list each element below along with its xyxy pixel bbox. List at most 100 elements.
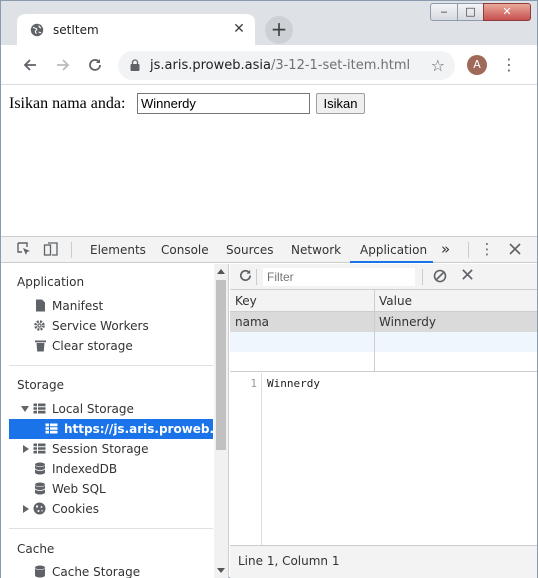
name-label: Isikan nama anda: — [9, 95, 126, 112]
clear-all-icon[interactable] — [433, 269, 447, 283]
sidebar-item-clear-storage[interactable]: Clear storage — [1, 336, 213, 356]
sidebar-item-label: Cookies — [52, 502, 99, 516]
sidebar-item-label: Local Storage — [52, 402, 134, 416]
sidebar-item-web-sql[interactable]: Web SQL — [1, 479, 213, 499]
arrow-left-icon — [23, 59, 36, 71]
reload-button[interactable] — [84, 54, 106, 76]
grid-icon — [33, 443, 46, 454]
url-domain: js.aris.proweb.asia — [150, 58, 271, 73]
line-number: 1 — [250, 377, 257, 390]
arrow-right-icon — [57, 59, 70, 71]
sidebar-item-session-storage[interactable]: Session Storage — [1, 439, 213, 459]
application-sidebar: Application Manifest Service Workers Cle… — [1, 264, 229, 578]
gear-icon — [34, 320, 45, 331]
expand-right-icon[interactable] — [23, 505, 29, 513]
star-icon[interactable]: ☆ — [431, 56, 445, 75]
browser-toolbar: js.aris.proweb.asia/3-12-1-set-item.html… — [1, 45, 537, 85]
minimize-button[interactable]: ‒ — [430, 3, 458, 21]
table-row[interactable]: nama Winnerdy — [230, 312, 537, 332]
filter-input[interactable] — [263, 268, 415, 286]
delete-selected-icon[interactable] — [461, 268, 474, 281]
value-preview: 1 Winnerdy — [230, 373, 537, 545]
sidebar-item-local-storage[interactable]: Local Storage — [1, 399, 213, 419]
forward-button[interactable] — [52, 54, 74, 76]
sidebar-item-cache-storage[interactable]: Cache Storage — [1, 562, 213, 578]
maximize-button[interactable]: □ — [457, 3, 484, 21]
close-tab-icon[interactable]: ✕ — [231, 21, 247, 37]
sidebar-item-label: Cache Storage — [52, 565, 141, 578]
active-tab-indicator — [350, 261, 433, 263]
reload-icon — [89, 59, 101, 71]
toolbar-divider — [256, 269, 257, 285]
browser-window: setItem ✕ + ‒ □ ✕ js.aris.proweb.asia/3-… — [0, 0, 538, 578]
sidebar-item-service-workers[interactable]: Service Workers — [1, 316, 213, 336]
preview-text[interactable]: Winnerdy — [267, 377, 320, 390]
section-storage: Storage — [17, 378, 64, 392]
refresh-icon[interactable] — [238, 268, 253, 283]
expand-right-icon[interactable] — [23, 445, 29, 453]
more-vertical-icon[interactable]: ⋮ — [501, 54, 517, 76]
column-divider[interactable] — [374, 290, 375, 372]
inspect-icon[interactable] — [16, 241, 32, 257]
section-divider — [9, 365, 213, 366]
lock-icon — [130, 59, 140, 71]
tab-elements[interactable]: Elements — [90, 243, 146, 257]
sidebar-item-local-storage-origin[interactable]: https://js.aris.proweb.asia — [9, 419, 228, 439]
tab-console[interactable]: Console — [161, 243, 209, 257]
close-icon: ✕ — [502, 5, 512, 18]
table-row-empty[interactable] — [230, 352, 537, 372]
globe-icon — [30, 23, 44, 37]
section-application: Application — [17, 275, 85, 289]
submit-button[interactable]: Isikan — [316, 93, 365, 114]
scroll-up-icon[interactable] — [217, 269, 225, 274]
table-header: Key Value — [230, 290, 537, 312]
tab-sources[interactable]: Sources — [226, 243, 273, 257]
database-icon — [34, 482, 46, 495]
devtools-menu-icon[interactable]: ⋮ — [479, 241, 495, 257]
url-text: js.aris.proweb.asia/3-12-1-set-item.html — [150, 58, 410, 73]
expand-down-icon[interactable] — [21, 406, 29, 412]
tab-setitem[interactable]: setItem ✕ — [17, 14, 255, 45]
column-header-key[interactable]: Key — [235, 294, 257, 308]
column-header-value[interactable]: Value — [379, 294, 412, 308]
sidebar-item-label: Clear storage — [52, 339, 133, 353]
sidebar-item-label: IndexedDB — [52, 462, 118, 476]
url-path: /3-12-1-set-item.html — [270, 58, 411, 73]
close-window-button[interactable]: ✕ — [483, 3, 531, 21]
devtools-tabbar: Elements Console Sources Network Applica… — [1, 237, 537, 263]
sidebar-item-manifest[interactable]: Manifest — [1, 296, 213, 316]
address-bar[interactable]: js.aris.proweb.asia/3-12-1-set-item.html… — [118, 51, 455, 80]
tab-strip: setItem ✕ + ‒ □ ✕ — [1, 1, 537, 45]
sidebar-item-label: Web SQL — [52, 482, 106, 496]
document-icon — [36, 299, 45, 312]
storage-toolbar — [230, 264, 537, 290]
cell-value: Winnerdy — [379, 315, 436, 329]
scrollbar-thumb[interactable] — [216, 280, 226, 450]
storage-view: Key Value nama Winnerdy 1 Winnerdy Line … — [230, 264, 537, 578]
storage-table: Key Value nama Winnerdy — [230, 290, 537, 372]
more-tabs-icon[interactable]: » — [441, 240, 450, 258]
avatar[interactable]: A — [467, 55, 487, 75]
close-devtools-icon[interactable] — [507, 241, 523, 257]
scroll-down-icon[interactable] — [217, 568, 225, 573]
cookie-icon — [33, 502, 46, 515]
back-button[interactable] — [19, 54, 41, 76]
sidebar-item-indexeddb[interactable]: IndexedDB — [1, 459, 213, 479]
maximize-icon: □ — [465, 5, 476, 18]
tab-application[interactable]: Application — [360, 243, 427, 257]
database-icon — [35, 565, 45, 578]
tab-network[interactable]: Network — [291, 243, 341, 257]
grid-icon — [33, 403, 46, 414]
line-gutter: 1 — [230, 373, 262, 545]
sidebar-item-label: Manifest — [52, 299, 104, 313]
name-input[interactable] — [137, 93, 310, 114]
sidebar-item-cookies[interactable]: Cookies — [1, 499, 213, 519]
cursor-position: Line 1, Column 1 — [238, 554, 340, 568]
database-icon — [34, 462, 46, 475]
sidebar-scrollbar[interactable] — [214, 264, 228, 578]
device-toolbar-icon[interactable] — [43, 241, 59, 257]
table-row-empty[interactable] — [230, 332, 537, 352]
new-tab-button[interactable]: + — [265, 16, 293, 44]
cell-key: nama — [235, 315, 270, 329]
devtools-panel: Elements Console Sources Network Applica… — [1, 236, 537, 578]
